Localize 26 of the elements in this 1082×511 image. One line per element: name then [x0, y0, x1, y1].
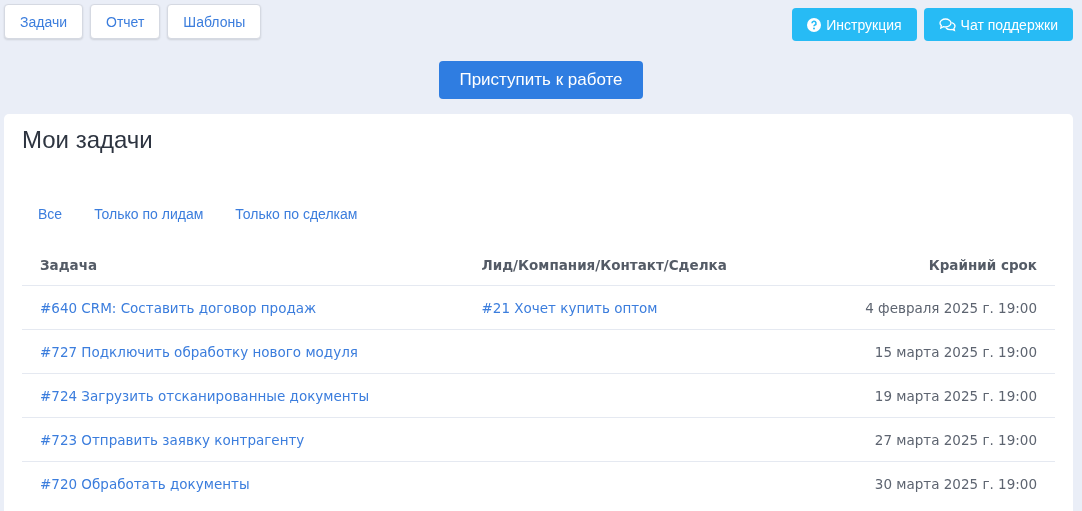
task-link[interactable]: #723 Отправить заявку контрагенту — [40, 431, 305, 448]
filter-tab[interactable]: Только по лидам — [78, 198, 220, 230]
deadline-text: 30 марта 2025 г. 19:00 — [874, 475, 1037, 492]
column-header: Задача — [40, 257, 98, 273]
column-header: Крайний срок — [928, 257, 1037, 273]
task-link[interactable]: #727 Подключить обработку нового модуля — [40, 343, 358, 360]
card-title: Мои задачи — [22, 126, 154, 154]
deadline-text: 27 марта 2025 г. 19:00 — [874, 431, 1037, 448]
task-link[interactable]: #724 Загрузить отсканированные документы — [40, 387, 370, 404]
support-chat-button[interactable]: Чат поддержки — [923, 8, 1073, 41]
column-header: Лид/Компания/Контакт/Сделка — [481, 257, 727, 273]
chat-icon — [938, 17, 956, 32]
deadline-text: 4 февраля 2025 г. 19:00 — [865, 299, 1037, 316]
filter-tab[interactable]: Все — [22, 198, 79, 230]
filter-tab[interactable]: Только по сделкам — [219, 198, 374, 230]
related-link[interactable]: #21 Хочет купить оптом — [481, 299, 658, 316]
task-link[interactable]: #720 Обработать документы — [40, 475, 250, 492]
task-link[interactable]: #640 CRM: Составить договор продаж — [40, 299, 317, 316]
nav-button[interactable]: Шаблоны — [167, 4, 262, 39]
nav-button[interactable]: Задачи — [4, 4, 83, 39]
deadline-text: 15 марта 2025 г. 19:00 — [874, 343, 1037, 360]
help-icon — [807, 17, 822, 32]
instructions-button[interactable]: Инструкция — [792, 8, 917, 41]
deadline-text: 19 марта 2025 г. 19:00 — [874, 387, 1037, 404]
start-work-button[interactable]: Приступить к работе — [439, 61, 643, 99]
nav-button[interactable]: Отчет — [90, 4, 161, 39]
